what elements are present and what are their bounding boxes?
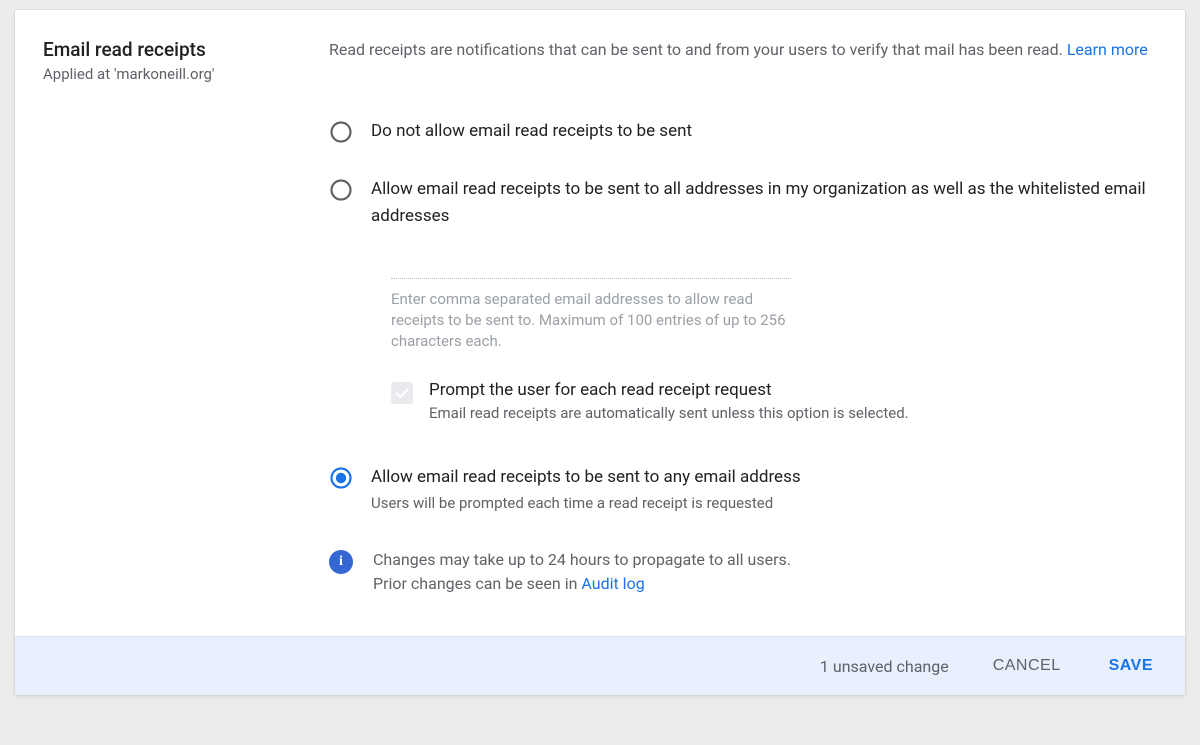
radio-selected-icon — [329, 466, 353, 490]
option-do-not-allow[interactable]: Do not allow email read receipts to be s… — [329, 118, 1149, 144]
footer-bar: 1 unsaved change CANCEL SAVE — [15, 636, 1185, 695]
whitelist-helper-text: Enter comma separated email addresses to… — [391, 289, 791, 352]
settings-card: Email read receipts Applied at 'markonei… — [15, 10, 1185, 695]
checkbox-sub: Email read receipts are automatically se… — [429, 404, 909, 422]
option-allow-any[interactable]: Allow email read receipts to be sent to … — [329, 464, 1149, 512]
description-text: Read receipts are notifications that can… — [329, 40, 1067, 59]
section-title: Email read receipts — [43, 38, 273, 61]
info-icon: i — [329, 550, 353, 574]
applied-at-label: Applied at 'markoneill.org' — [43, 65, 273, 83]
section-description: Read receipts are notifications that can… — [329, 38, 1149, 62]
prompt-user-checkbox[interactable] — [391, 382, 413, 404]
info-line2-prefix: Prior changes can be seen in — [373, 574, 581, 593]
whitelist-subsection: Enter comma separated email addresses to… — [391, 249, 1149, 422]
option-label: Do not allow email read receipts to be s… — [371, 118, 1149, 144]
info-note: i Changes may take up to 24 hours to pro… — [329, 548, 1149, 596]
radio-unselected-icon — [329, 178, 353, 202]
option-sub: Users will be prompted each time a read … — [371, 494, 1149, 512]
radio-unselected-icon — [329, 120, 353, 144]
option-label: Allow email read receipts to be sent to … — [371, 176, 1149, 229]
checkbox-label: Prompt the user for each read receipt re… — [429, 380, 909, 400]
learn-more-link[interactable]: Learn more — [1067, 40, 1148, 59]
option-allow-org-whitelist[interactable]: Allow email read receipts to be sent to … — [329, 176, 1149, 229]
unsaved-change-status: 1 unsaved change — [820, 657, 949, 676]
save-button[interactable]: SAVE — [1105, 651, 1157, 681]
whitelist-emails-input[interactable] — [391, 249, 791, 279]
cancel-button[interactable]: CANCEL — [989, 651, 1065, 681]
check-icon — [394, 385, 410, 401]
info-line1: Changes may take up to 24 hours to propa… — [373, 548, 791, 572]
option-label: Allow email read receipts to be sent to … — [371, 464, 1149, 490]
audit-log-link[interactable]: Audit log — [581, 574, 644, 593]
